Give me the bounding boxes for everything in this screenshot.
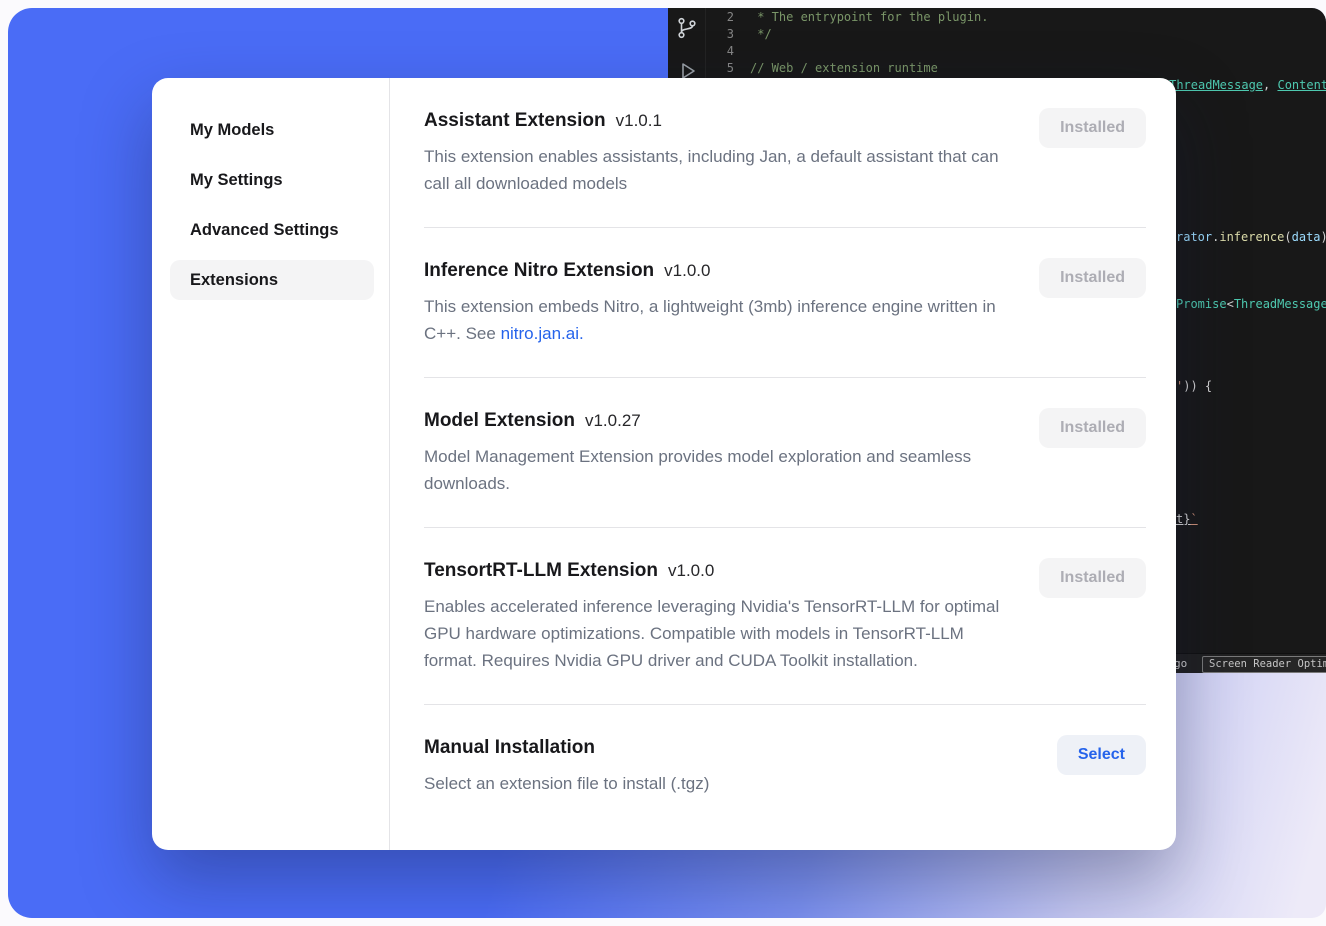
- source-control-icon: [675, 16, 699, 43]
- extension-row-assistant: Assistant Extension v1.0.1 This extension…: [424, 108, 1146, 197]
- installed-button[interactable]: Installed: [1039, 408, 1146, 448]
- manual-installation-description: Select an extension file to install (.tg…: [424, 770, 709, 797]
- settings-sidebar: My Models My Settings Advanced Settings …: [152, 78, 390, 850]
- extension-title: TensortRT-LLM Extension v1.0.0: [424, 558, 1002, 584]
- row-divider: [424, 704, 1146, 705]
- code-text: * The entrypoint for the plugin.: [750, 9, 988, 26]
- settings-modal: My Models My Settings Advanced Settings …: [152, 78, 1176, 850]
- line-number: 3: [706, 26, 750, 43]
- code-text: // Web / extension runtime: [750, 60, 938, 77]
- line-number: 4: [706, 43, 750, 60]
- select-file-button[interactable]: Select: [1057, 735, 1146, 775]
- line-number: 5: [706, 60, 750, 77]
- extension-version: v1.0.27: [585, 411, 641, 430]
- extension-title: Model Extension v1.0.27: [424, 408, 1002, 434]
- manual-installation-title: Manual Installation: [424, 735, 709, 761]
- extension-version: v1.0.1: [616, 111, 662, 130]
- sidebar-item-my-models[interactable]: My Models: [170, 110, 374, 150]
- extension-name: Model Extension: [424, 410, 575, 431]
- installed-button[interactable]: Installed: [1039, 258, 1146, 298]
- extension-row-inference-nitro: Inference Nitro Extension v1.0.0 This ext…: [424, 258, 1146, 347]
- code-line: 5 // Web / extension runtime: [706, 60, 1326, 77]
- installed-button[interactable]: Installed: [1039, 108, 1146, 148]
- code-fragment: t}`: [1176, 511, 1198, 527]
- extension-description: This extension embeds Nitro, a lightweig…: [424, 293, 1002, 347]
- row-divider: [424, 377, 1146, 378]
- code-line: 4: [706, 43, 1326, 60]
- code-line: 3 */: [706, 26, 1326, 43]
- extension-name: TensortRT-LLM Extension: [424, 560, 658, 581]
- extension-row-model: Model Extension v1.0.27 Model Management …: [424, 408, 1146, 497]
- nitro-jan-ai-link[interactable]: nitro.jan.ai.: [501, 324, 584, 343]
- code-fragment: rator.inference(data));: [1176, 229, 1326, 245]
- line-number: 2: [706, 9, 750, 26]
- sidebar-item-extensions[interactable]: Extensions: [170, 260, 374, 300]
- row-divider: [424, 527, 1146, 528]
- code-fragment: ')) {: [1176, 378, 1212, 394]
- code-line: 2 * The entrypoint for the plugin.: [706, 9, 1326, 26]
- extension-description: Model Management Extension provides mode…: [424, 443, 1002, 497]
- row-divider: [424, 227, 1146, 228]
- extension-name: Inference Nitro Extension: [424, 260, 654, 281]
- extension-title: Inference Nitro Extension v1.0.0: [424, 258, 1002, 284]
- code-text: */: [750, 26, 772, 43]
- extension-version: v1.0.0: [668, 561, 714, 580]
- extension-title: Assistant Extension v1.0.1: [424, 108, 1002, 134]
- screen-reader-optimized-badge: Screen Reader Optimize: [1202, 656, 1326, 673]
- code-fragment: Promise<ThreadMessage>: [1176, 296, 1326, 312]
- manual-installation-row: Manual Installation Select an extension …: [424, 735, 1146, 797]
- extension-description: This extension enables assistants, inclu…: [424, 143, 1002, 197]
- extension-version: v1.0.0: [664, 261, 710, 280]
- extension-name: Assistant Extension: [424, 110, 606, 131]
- extension-row-tensorrt-llm: TensortRT-LLM Extension v1.0.0 Enables ac…: [424, 558, 1146, 674]
- installed-button[interactable]: Installed: [1039, 558, 1146, 598]
- extension-description: Enables accelerated inference leveraging…: [424, 593, 1002, 674]
- hero-gradient-background: 2 * The entrypoint for the plugin. 3 */ …: [8, 8, 1326, 918]
- sidebar-item-my-settings[interactable]: My Settings: [170, 160, 374, 200]
- sidebar-item-advanced-settings[interactable]: Advanced Settings: [170, 210, 374, 250]
- extensions-panel: Assistant Extension v1.0.1 This extension…: [390, 78, 1176, 850]
